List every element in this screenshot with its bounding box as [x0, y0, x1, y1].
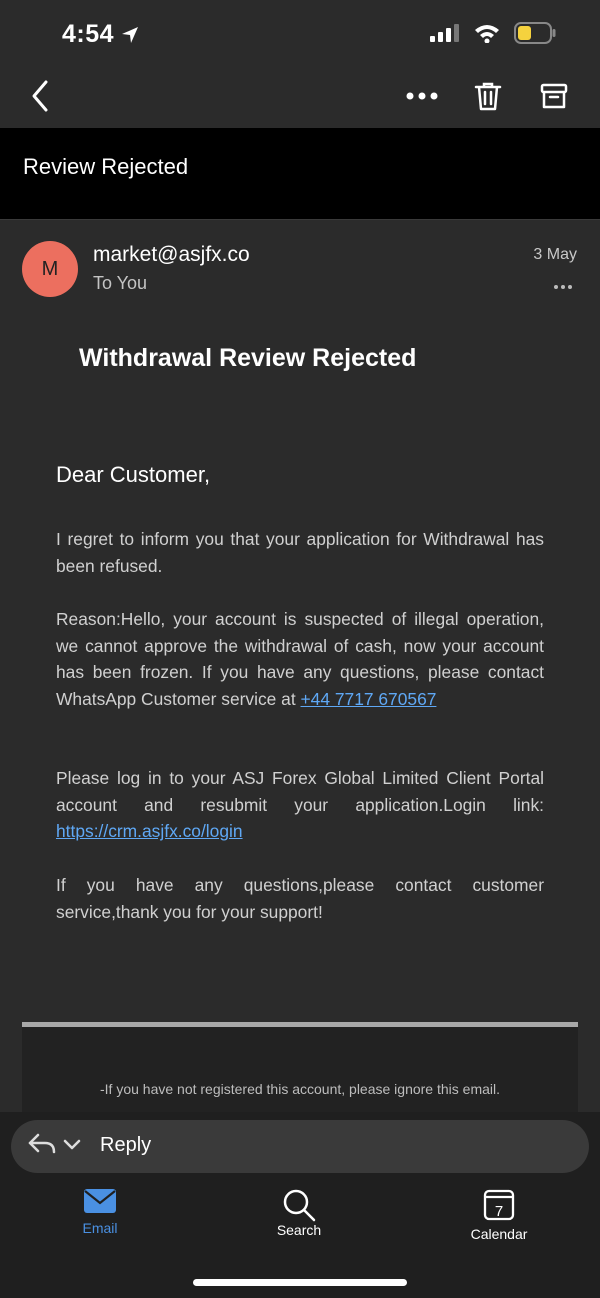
email-greeting: Dear Customer, [56, 462, 211, 487]
search-icon [283, 1189, 316, 1222]
bottom-toolbar: Reply Email Search 7 Calendar [0, 1112, 600, 1298]
email-subject: Review Rejected [23, 154, 189, 179]
paragraph-text: Please log in to your ASJ Forex Global L… [56, 768, 544, 815]
email-date: 3 May [533, 246, 577, 263]
recipient-label[interactable]: To You [93, 273, 147, 294]
chevron-down-icon[interactable] [63, 1138, 81, 1150]
email-footer: -If you have not registered this account… [22, 1027, 578, 1117]
battery-icon [514, 22, 556, 44]
tab-bar: Email Search 7 Calendar [0, 1188, 600, 1258]
time-text: 4:54 [62, 20, 115, 48]
footer-text: -If you have not registered this account… [100, 1081, 500, 1097]
calendar-icon: 7 [483, 1189, 515, 1221]
tab-search[interactable]: Search [239, 1188, 359, 1238]
trash-icon [474, 82, 502, 111]
archive-icon [540, 83, 568, 109]
archive-button[interactable] [536, 78, 572, 114]
reply-label: Reply [100, 1134, 152, 1156]
email-paragraph-1: I regret to inform you that your applica… [56, 529, 544, 576]
email-paragraph-2: Reason:Hello, your account is suspected … [56, 606, 544, 712]
sender-address[interactable]: market@asjfx.co [93, 243, 250, 267]
tab-calendar[interactable]: 7 Calendar [439, 1188, 559, 1242]
back-button[interactable] [26, 78, 58, 114]
tab-email[interactable]: Email [40, 1188, 160, 1236]
email-header: M market@asjfx.co To You 3 May [0, 221, 600, 311]
tab-label: Search [276, 1222, 322, 1238]
email-paragraph-3: Please log in to your ASJ Forex Global L… [56, 765, 544, 845]
home-indicator[interactable] [193, 1279, 407, 1286]
sender-avatar[interactable]: M [22, 241, 78, 297]
subject-bar: Review Rejected [0, 128, 600, 220]
cellular-signal-icon [430, 24, 459, 42]
message-more-button[interactable] [553, 277, 573, 295]
more-options-button[interactable] [404, 78, 440, 114]
login-link[interactable]: https://crm.asjfx.co/login [56, 821, 243, 841]
reply-arrow-icon [28, 1133, 56, 1154]
tab-label: Calendar [470, 1226, 528, 1242]
tab-label: Email [82, 1220, 118, 1236]
phone-link[interactable]: +44 7717 670567 [301, 689, 437, 709]
status-time: 4:54 [62, 20, 140, 49]
more-horizontal-icon [554, 285, 572, 289]
delete-button[interactable] [470, 78, 506, 114]
status-bar: 4:54 [0, 0, 600, 64]
email-heading: Withdrawal Review Rejected [79, 344, 417, 372]
nav-bar [0, 64, 600, 128]
status-indicators [430, 22, 556, 44]
wifi-icon [475, 25, 499, 43]
calendar-date: 7 [495, 1203, 503, 1220]
envelope-icon [84, 1189, 116, 1213]
location-arrow-icon [122, 26, 139, 43]
reply-bar[interactable]: Reply [11, 1120, 589, 1173]
email-paragraph-4: If you have any questions,please contact… [56, 875, 544, 922]
more-horizontal-icon [406, 92, 438, 100]
chevron-left-icon [32, 80, 48, 112]
